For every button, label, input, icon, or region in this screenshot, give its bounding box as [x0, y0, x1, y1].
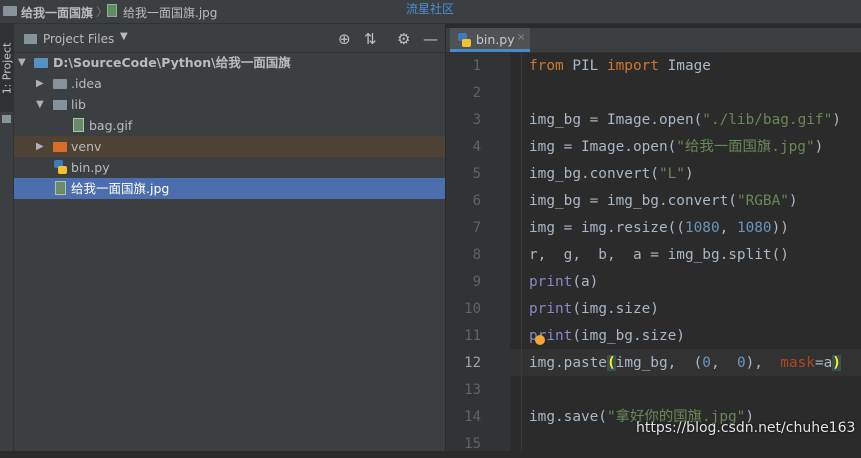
line-number: 2 — [472, 85, 481, 101]
tree-item-label: .idea — [71, 76, 102, 91]
tree-item-label: bag.gif — [89, 118, 133, 133]
project-panel: Project Files ▼ ⊕ ⇅ ⚙ — ▼ D:\SourceCode\… — [14, 24, 446, 451]
breadcrumb-folder[interactable]: 给我一面国旗 — [21, 4, 93, 21]
chevron-right-icon[interactable]: ▶ — [36, 73, 44, 94]
project-panel-header: Project Files ▼ ⊕ ⇅ ⚙ — — [14, 28, 445, 53]
code-line-4[interactable]: img = Image.open("给我一面国旗.jpg") — [529, 134, 823, 161]
tree-item-label: venv — [71, 139, 102, 154]
folder-icon — [24, 34, 37, 44]
line-number: 15 — [464, 436, 481, 452]
code-line-3[interactable]: img_bg = Image.open("./lib/bag.gif") — [529, 107, 841, 134]
python-file-icon — [54, 160, 67, 174]
gear-icon[interactable]: ⚙ — [397, 30, 410, 48]
line-number: 4 — [472, 139, 481, 155]
minimize-icon[interactable]: — — [423, 30, 438, 48]
code-line-7[interactable]: img = img.resize((1080, 1080)) — [529, 215, 789, 242]
code-editor[interactable]: from PIL import Image img_bg = Image.ope… — [529, 53, 861, 451]
tree-item-lib[interactable]: ▼ lib — [14, 94, 445, 115]
folder-icon — [2, 115, 11, 123]
folder-icon — [34, 58, 48, 68]
line-number: 3 — [472, 112, 481, 128]
tree-item-label: D:\SourceCode\Python\给我一面国旗 — [53, 55, 291, 70]
tab-bin-py[interactable]: bin.py × — [450, 28, 530, 52]
folder-icon — [53, 79, 67, 89]
watermark-top: 流星社区 — [406, 2, 455, 16]
code-line-1[interactable]: from PIL import Image — [529, 53, 711, 80]
line-number: 14 — [464, 409, 481, 425]
gutter-divider — [521, 53, 522, 451]
tree-item-root[interactable]: ▼ D:\SourceCode\Python\给我一面国旗 — [14, 52, 445, 73]
line-number: 11 — [464, 328, 481, 344]
folder-icon — [53, 100, 67, 110]
code-line-6[interactable]: img_bg = img_bg.convert("RGBA") — [529, 188, 798, 215]
line-number: 8 — [472, 247, 481, 263]
code-line-9[interactable]: print(a) — [529, 269, 598, 296]
line-number-gutter: 1 2 3 4 5 6 7 8 9 10 11 12 13 14 15 — [446, 53, 510, 452]
line-number: 5 — [472, 166, 481, 182]
editor-area: bin.py × 1 2 3 4 5 6 7 8 9 10 11 12 13 14 15 from PIL … — [446, 24, 861, 452]
lightbulb-icon[interactable] — [535, 335, 545, 345]
tab-label: bin.py — [476, 32, 515, 47]
image-file-icon — [107, 4, 117, 17]
line-number: 13 — [464, 382, 481, 398]
project-view-selector[interactable]: Project Files — [43, 32, 114, 46]
chevron-down-icon[interactable]: ▼ — [120, 31, 128, 42]
breadcrumb-file[interactable]: 给我一面国旗.jpg — [123, 4, 217, 21]
tree-item-idea[interactable]: ▶ .idea — [14, 73, 445, 94]
line-number: 1 — [472, 58, 481, 74]
chevron-down-icon[interactable]: ▼ — [36, 94, 44, 115]
left-tool-strip: 1: Project — [0, 24, 14, 451]
tree-item-bin-py[interactable]: bin.py — [14, 157, 445, 178]
chevron-down-icon[interactable]: ▼ — [18, 52, 26, 73]
image-file-icon — [73, 118, 84, 132]
tree-item-label: bin.py — [71, 160, 110, 175]
watermark-url: https://blog.csdn.net/chuhe163 — [636, 420, 856, 436]
line-number: 10 — [464, 301, 481, 317]
tree-item-label: 给我一面国旗.jpg — [71, 181, 170, 196]
bracket-match-open: ( — [606, 355, 616, 371]
chevron-right-icon[interactable]: ▶ — [36, 136, 44, 157]
line-number: 6 — [472, 193, 481, 209]
line-number: 9 — [472, 274, 481, 290]
code-line-11[interactable]: print(img_bg.size) — [529, 323, 685, 350]
breadcrumb-bar: 给我一面国旗 〉 给我一面国旗.jpg 流星社区 — [0, 0, 861, 24]
project-tool-tab[interactable]: 1: Project — [0, 24, 14, 112]
tree-item-label: lib — [71, 97, 86, 112]
bracket-match-close: ) — [832, 355, 841, 371]
tree-item-bag-gif[interactable]: bag.gif — [14, 115, 445, 136]
line-number: 12 — [464, 355, 481, 371]
code-line-8[interactable]: r, g, b, a = img_bg.split() — [529, 242, 789, 269]
collapse-all-icon[interactable]: ⇅ — [364, 30, 377, 48]
code-line-5[interactable]: img_bg.convert("L") — [529, 161, 694, 188]
line-number: 7 — [472, 220, 481, 236]
tree-item-flag-jpg[interactable]: 给我一面国旗.jpg — [14, 178, 445, 199]
project-tab-label: 1: Project — [0, 42, 14, 95]
image-file-icon — [55, 181, 66, 195]
editor-tab-bar: bin.py × — [446, 28, 861, 53]
close-icon[interactable]: × — [517, 32, 525, 43]
folder-icon — [3, 6, 17, 16]
python-file-icon — [458, 33, 471, 47]
target-icon[interactable]: ⊕ — [338, 30, 351, 48]
tree-item-venv[interactable]: ▶ venv — [14, 136, 445, 157]
code-line-10[interactable]: print(img.size) — [529, 296, 659, 323]
code-line-12[interactable]: img.paste(img_bg, (0, 0), mask=a) — [529, 350, 841, 377]
folder-icon — [53, 142, 67, 152]
